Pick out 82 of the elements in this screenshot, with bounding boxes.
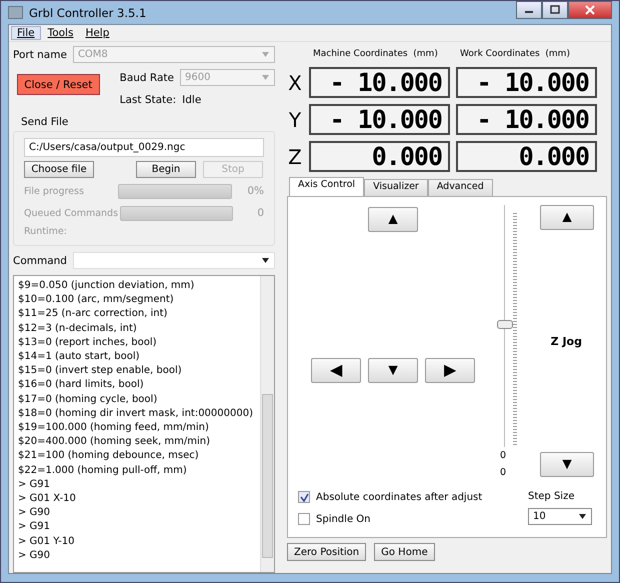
jog-button[interactable]: ▲ xyxy=(368,207,418,232)
lcd-display: - 10.000 xyxy=(309,104,450,135)
log-line: > G90 xyxy=(18,548,52,563)
close-button[interactable] xyxy=(568,1,612,19)
log-line: > G91 xyxy=(18,520,52,534)
runtime-label: Runtime: xyxy=(24,226,68,239)
lcd-display: - 10.000 xyxy=(456,67,597,98)
window-title: Grbl Controller 3.5.1 xyxy=(29,6,146,20)
caret-icon xyxy=(579,514,586,519)
file-path-field[interactable]: C:/Users/casa/output_0029.ngc xyxy=(24,138,264,157)
progress-reading: 0% xyxy=(246,185,264,197)
group-title: Send File xyxy=(21,116,70,128)
axis-label: X xyxy=(287,70,303,94)
lcd-display: - 10.000 xyxy=(309,67,450,98)
queued-reading: 0 xyxy=(256,207,264,219)
scrollbar[interactable] xyxy=(260,276,274,572)
command-field[interactable] xyxy=(72,252,275,269)
slider-reading: 0 xyxy=(500,467,506,480)
log-line: $14=1 (auto start, bool) xyxy=(18,350,141,364)
z-up-button[interactable]: ▲ xyxy=(540,205,594,230)
step-size-label: Step Size xyxy=(528,491,576,502)
step-size-dropdown[interactable]: 10 xyxy=(528,508,592,525)
menu-item[interactable]: File xyxy=(11,26,41,40)
axis-label: Z xyxy=(287,144,303,168)
log-line: > G91 xyxy=(18,478,52,492)
log-line: $19=100.000 (homing feed, mm/min) xyxy=(18,421,210,436)
caret-icon xyxy=(262,75,269,80)
log-line: $13=0 (report inches, bool) xyxy=(18,336,158,350)
log-line: $16=0 (hard limits, bool) xyxy=(18,378,145,392)
caret-icon xyxy=(262,52,269,57)
maximize-icon xyxy=(550,5,560,15)
work-coordinates-title: Work Coordinates (mm) xyxy=(460,49,571,59)
minimize-button[interactable] xyxy=(516,1,542,19)
tab[interactable]: Axis Control xyxy=(289,177,364,196)
tab[interactable]: Visualizer xyxy=(364,179,428,196)
axis-label: Y xyxy=(288,108,302,132)
baud-rate-label: Baud Rate xyxy=(120,72,174,84)
last-state-value: Idle xyxy=(182,94,202,106)
jog-button[interactable]: ◀ xyxy=(311,358,361,383)
port-label: Port name xyxy=(13,48,67,60)
log-line: > G01 Y-10 xyxy=(18,534,76,549)
jog-button[interactable]: ▶ xyxy=(425,358,475,383)
z-jog-label: Z Jog xyxy=(550,334,582,348)
file-button[interactable]: Choose file xyxy=(24,161,94,178)
log-line: $21=100 (homing debounce, msec) xyxy=(18,449,200,464)
close-reset-button[interactable]: Close / Reset xyxy=(17,74,100,95)
bottom-button[interactable]: Zero Position xyxy=(287,543,366,561)
command-label: Command xyxy=(13,254,67,266)
maximize-button[interactable] xyxy=(542,1,568,19)
log-line: $20=400.000 (homing seek, mm/min) xyxy=(18,435,212,450)
log-line: $10=0.100 (arc, mm/segment) xyxy=(18,293,175,308)
log-line: $17=0 (homing cycle, bool) xyxy=(18,392,158,407)
log-line: $12=3 (n-decimals, int) xyxy=(18,322,138,336)
log-line: > G90 xyxy=(18,506,52,520)
lcd-display: 0.000 xyxy=(309,141,450,172)
checkbox-label: Spindle On xyxy=(316,514,370,524)
app-icon xyxy=(8,6,23,19)
jog-button[interactable]: ▼ xyxy=(368,358,418,383)
machine-coordinates-title: Machine Coordinates (mm) xyxy=(313,49,439,59)
close-icon xyxy=(585,5,595,15)
slider-reading: 0 xyxy=(500,450,506,463)
checkbox[interactable] xyxy=(298,513,310,525)
log-line: > G01 X-10 xyxy=(18,492,77,506)
file-button[interactable]: Begin xyxy=(136,161,196,178)
last-state-label: Last State: xyxy=(120,94,176,106)
log-line: $15=0 (invert step enable, bool) xyxy=(18,364,183,378)
menu-item[interactable]: Help xyxy=(80,27,114,39)
checkbox-label: Absolute coordinates after adjust xyxy=(316,492,482,502)
checkbox[interactable] xyxy=(298,491,310,503)
menu-item[interactable]: Tools xyxy=(42,27,78,39)
queued-commands-label: Queued Commands xyxy=(24,208,116,218)
lcd-display: 0.000 xyxy=(456,141,597,172)
log-line: $18=0 (homing dir invert mask, int:00000000) xyxy=(18,406,254,421)
lcd-display: - 10.000 xyxy=(456,104,597,135)
file-progress-label: File progress xyxy=(24,186,85,196)
bottom-button[interactable]: Go Home xyxy=(374,543,435,561)
tab[interactable]: Advanced xyxy=(428,179,493,196)
log-line: $22=1.000 (homing pull-off, mm) xyxy=(18,464,188,478)
log-line: $9=0.050 (junction deviation, mm) xyxy=(18,279,196,293)
log-line: $11=25 (n-arc correction, int) xyxy=(18,307,168,322)
z-down-button[interactable]: ▼ xyxy=(540,452,594,477)
caret-icon xyxy=(262,258,269,263)
